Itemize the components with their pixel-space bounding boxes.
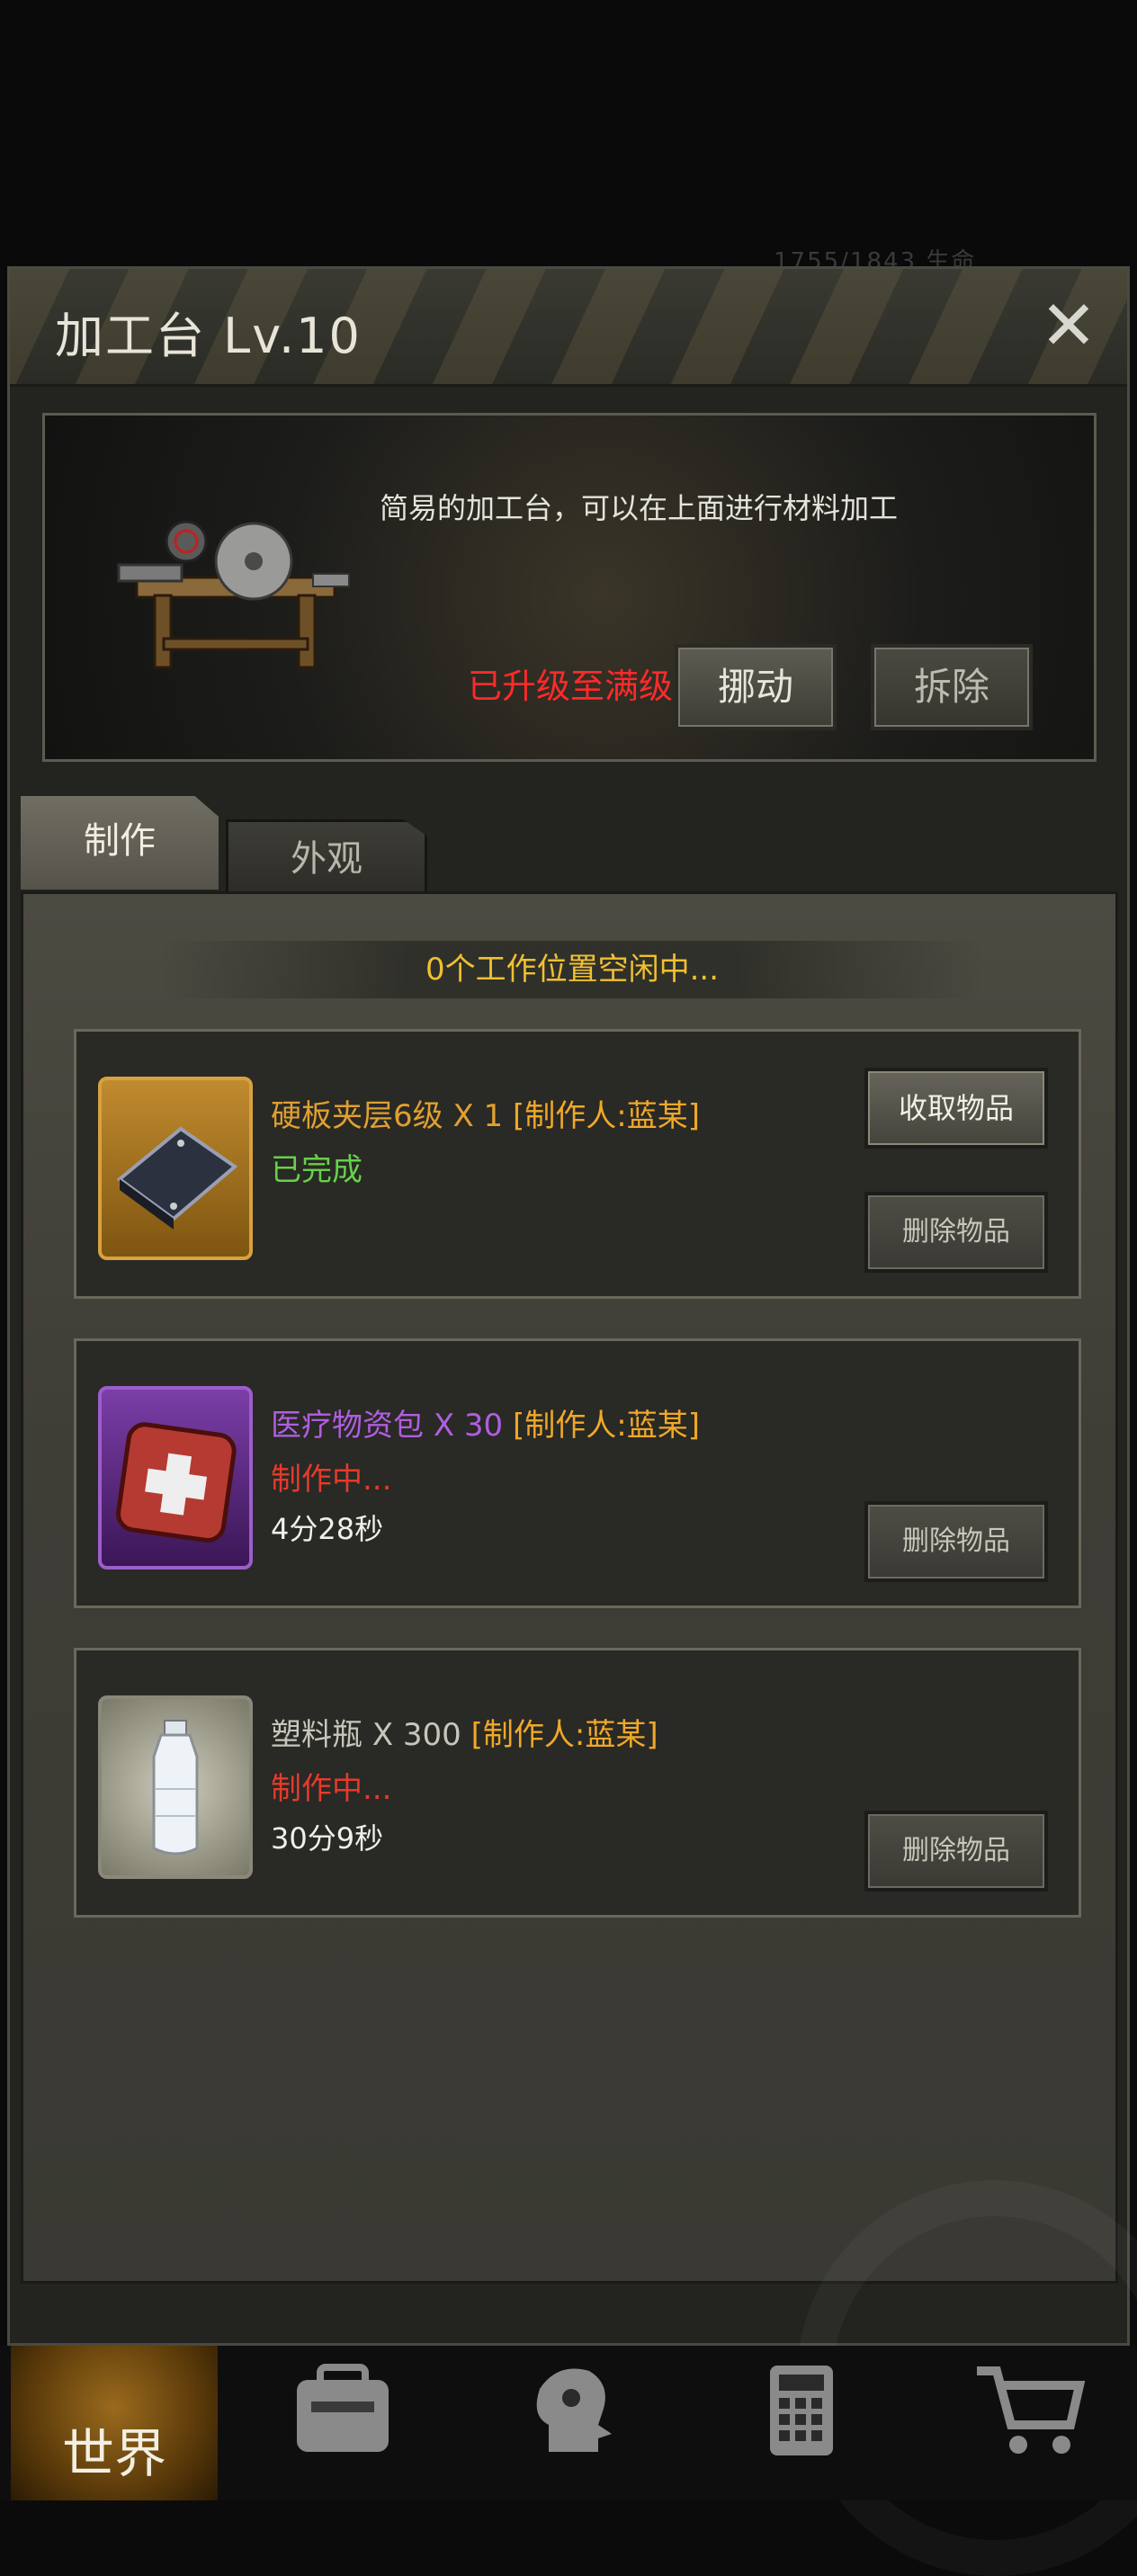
craft-item-card: 硬板夹层6级 X 1 [制作人:蓝某] 已完成 收取物品 删除物品 [74, 1029, 1081, 1299]
workbench-description: 简易的加工台，可以在上面进行材料加工 [380, 491, 899, 525]
item-maker: [制作人:蓝某] [513, 1098, 700, 1134]
item-time-remaining: 30分9秒 [271, 1821, 384, 1856]
item-qty: X 30 [433, 1408, 504, 1444]
craft-content-panel: 0个工作位置空闲中... 硬板夹层6级 X 1 [制作人:蓝某] 已完成 收取物… [21, 891, 1137, 2576]
move-button[interactable]: 挪动 [675, 644, 837, 730]
item-qty: X 1 [452, 1098, 504, 1134]
character-icon[interactable] [513, 2362, 630, 2461]
item-status: 已完成 [271, 1152, 363, 1188]
tab-appearance[interactable]: 外观 [226, 819, 427, 895]
craft-item-card: 医疗物资包 X 30 [制作人:蓝某] 制作中... 4分28秒 删除物品 [74, 1338, 1081, 1608]
item-title: 塑料瓶 X 300 [制作人:蓝某] [271, 1710, 658, 1754]
free-slots-text: 0个工作位置空闲中... [158, 941, 986, 998]
item-name: 塑料瓶 [271, 1717, 363, 1753]
item-title: 硬板夹层6级 X 1 [制作人:蓝某] [271, 1091, 700, 1135]
craft-item-card: 塑料瓶 X 300 [制作人:蓝某] 制作中... 30分9秒 删除物品 [74, 1648, 1081, 1918]
item-time-remaining: 4分28秒 [271, 1512, 384, 1546]
tab-craft[interactable]: 制作 [21, 796, 219, 890]
backpack-icon[interactable] [284, 2362, 401, 2461]
workbench-dialog: 加工台 Lv.10 ✕ 简易的加工台，可以在上面进行材料加工 已升级至满级 挪动… [7, 266, 1137, 2576]
dialog-title: 加工台 Lv.10 [55, 308, 362, 364]
bottom-navigation: 世界 [0, 2346, 1137, 2500]
item-status: 制作中... [271, 1771, 392, 1807]
calculator-icon[interactable] [743, 2362, 860, 2461]
delete-item-button[interactable]: 删除物品 [864, 1192, 1048, 1273]
item-qty: X 300 [372, 1717, 461, 1753]
workbench-info-panel: 简易的加工台，可以在上面进行材料加工 已升级至满级 挪动 拆除 [42, 413, 1097, 762]
nav-world-button[interactable]: 世界 [11, 2346, 218, 2500]
item-name: 医疗物资包 [271, 1408, 424, 1444]
item-title: 医疗物资包 X 30 [制作人:蓝某] [271, 1400, 700, 1445]
medkit-icon [98, 1386, 253, 1570]
dialog-header: 加工台 Lv.10 ✕ [10, 269, 1127, 387]
max-level-text: 已升级至满级 [468, 666, 674, 706]
armor-plate-icon [98, 1077, 253, 1260]
collect-item-button[interactable]: 收取物品 [864, 1068, 1048, 1149]
shop-cart-icon[interactable] [971, 2362, 1088, 2461]
item-maker: [制作人:蓝某] [470, 1717, 658, 1753]
item-maker: [制作人:蓝某] [513, 1408, 700, 1444]
close-button[interactable]: ✕ [1037, 291, 1100, 360]
item-name: 硬板夹层6级 [271, 1098, 443, 1134]
item-status: 制作中... [271, 1462, 392, 1498]
delete-item-button[interactable]: 删除物品 [864, 1501, 1048, 1582]
plastic-bottle-icon [98, 1695, 253, 1879]
dismantle-button[interactable]: 拆除 [871, 644, 1033, 730]
top-background [0, 0, 1137, 270]
delete-item-button[interactable]: 删除物品 [864, 1811, 1048, 1892]
workbench-image [117, 520, 350, 669]
